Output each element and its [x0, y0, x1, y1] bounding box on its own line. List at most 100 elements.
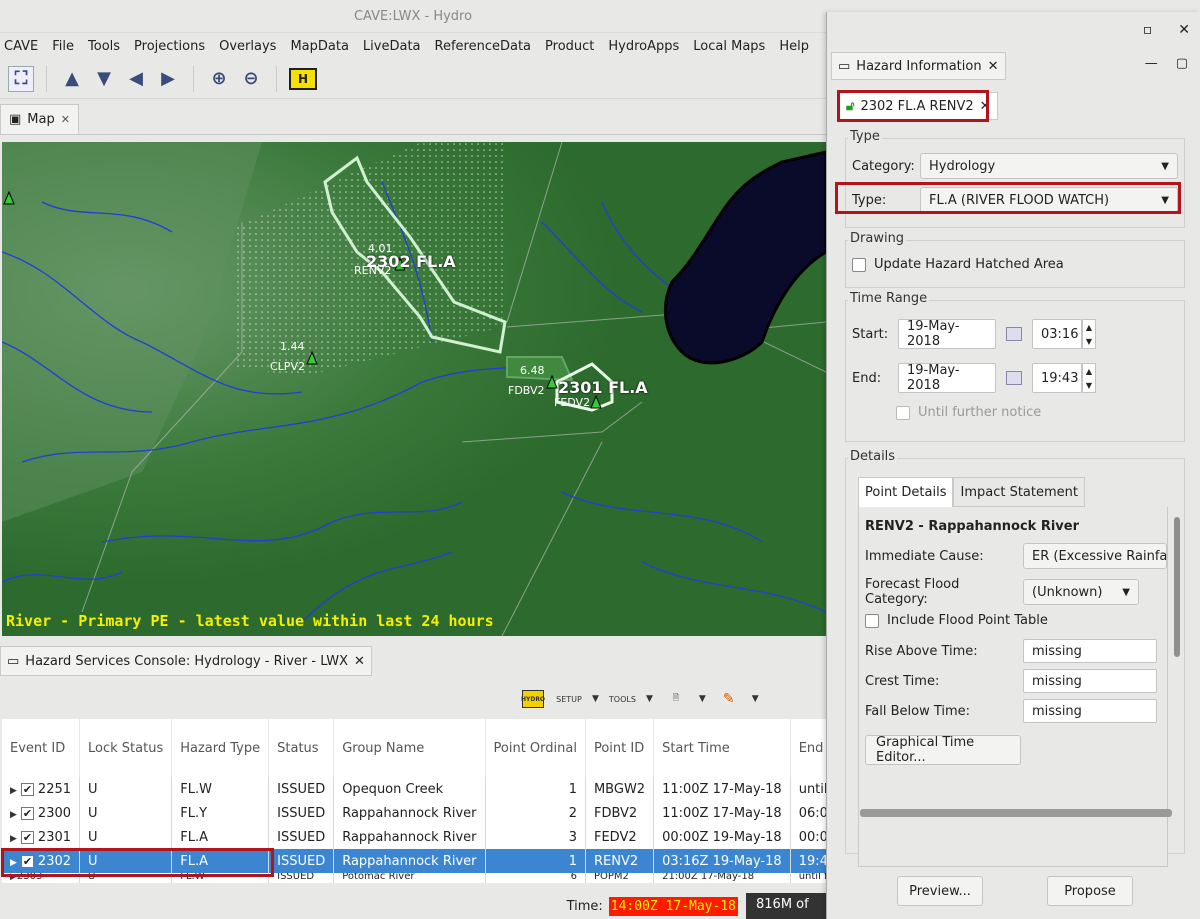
event-id-cell[interactable]: ▶ ✔ 2301 — [2, 825, 81, 849]
update-hatched-checkbox[interactable] — [852, 257, 866, 272]
document-dropdown-icon[interactable]: ▼ — [699, 694, 706, 704]
column-header[interactable]: Start Time — [653, 719, 791, 777]
menu-tools[interactable]: Tools — [88, 39, 120, 54]
until-notice-checkbox[interactable] — [896, 405, 910, 420]
start-time-spinner[interactable]: ▲ ▼ — [1082, 319, 1096, 349]
table-row[interactable]: ▶ ✔ 2301 U FL.A ISSUED Rappahannock River … — [2, 825, 930, 849]
type-select[interactable]: FL.A (RIVER FLOOD WATCH) ▼ — [920, 187, 1178, 213]
zoom-extent-icon[interactable]: ⛶ — [8, 65, 34, 92]
column-header[interactable]: Point Ordinal — [485, 719, 586, 777]
close-icon[interactable]: ✕ — [980, 99, 991, 114]
menu-overlays[interactable]: Overlays — [219, 39, 276, 54]
setup-dropdown-icon[interactable]: ▼ — [592, 694, 599, 704]
start-time-field[interactable]: 03:16 — [1032, 319, 1082, 349]
expand-icon[interactable]: ▶ — [10, 873, 17, 882]
checkbox-icon[interactable]: ✔ — [20, 830, 34, 844]
menu-hydroapps[interactable]: HydroApps — [608, 39, 679, 54]
menu-livedata[interactable]: LiveData — [363, 39, 421, 54]
horizontal-scrollbar[interactable] — [860, 809, 1172, 817]
menu-product[interactable]: Product — [545, 39, 594, 54]
table-row[interactable]: ▶2303 U FL.W ISSUED Potomac River 6 POPM… — [2, 873, 930, 883]
tab-event-2302[interactable]: 🔓︎ 2302 FL.A RENV2 ✕ — [839, 92, 998, 120]
event-id-cell[interactable]: ▶ ✔ 2300 — [2, 801, 81, 825]
menu-cave[interactable]: CAVE — [4, 39, 38, 54]
end-time-spinner[interactable]: ▲ ▼ — [1082, 363, 1096, 393]
start-date-field[interactable]: 19-May-2018 — [898, 319, 996, 349]
maximize-icon[interactable]: ▫ — [1143, 22, 1153, 38]
close-icon[interactable]: ✕ — [354, 654, 365, 669]
column-header[interactable]: Group Name — [333, 719, 486, 777]
maximize-icon[interactable]: ▢ — [1176, 56, 1188, 71]
tab-hazard-information[interactable]: ▭ Hazard Information ✕ — [831, 52, 1006, 80]
crest-field[interactable]: missing — [1023, 669, 1157, 693]
spin-down-icon[interactable]: ▼ — [1083, 378, 1095, 392]
calendar-icon[interactable] — [1006, 327, 1022, 341]
table-row[interactable]: ▶ ✔ 2300 U FL.Y ISSUED Rappahannock River … — [2, 801, 930, 825]
expand-icon[interactable]: ▶ — [10, 810, 17, 820]
close-icon[interactable]: ✕ — [61, 113, 70, 126]
until-notice-row[interactable]: Until further notice — [896, 405, 1041, 420]
zoom-out-icon[interactable]: ⊖ — [238, 66, 264, 92]
update-hatched-row[interactable]: Update Hazard Hatched Area — [852, 257, 1064, 272]
expand-icon[interactable]: ▶ — [10, 834, 17, 844]
column-header[interactable]: Event ID — [2, 719, 81, 777]
menu-mapdata[interactable]: MapData — [290, 39, 348, 54]
time-value[interactable]: 14:00Z 17-May-18 — [608, 896, 738, 916]
include-table-checkbox[interactable] — [865, 613, 879, 628]
vertical-scrollbar[interactable] — [1174, 517, 1180, 657]
setup-button[interactable]: SETUP — [556, 686, 582, 712]
pan-left-icon[interactable]: ◀ — [123, 66, 149, 92]
checkbox-icon[interactable]: ✔ — [20, 806, 34, 820]
minimize-icon[interactable]: — — [1145, 56, 1158, 71]
include-table-row[interactable]: Include Flood Point Table — [865, 613, 1048, 628]
spin-up-icon[interactable]: ▲ — [1083, 364, 1095, 378]
menu-help[interactable]: Help — [779, 39, 809, 54]
menu-file[interactable]: File — [52, 39, 74, 54]
end-time-field[interactable]: 19:43 — [1032, 363, 1082, 393]
map-display[interactable]: 4.01 2302 FL.A RENV2 1.44 CLPV2 6.48 FDB… — [2, 142, 826, 636]
preview-button[interactable]: Preview... — [897, 876, 983, 906]
calendar-icon[interactable] — [1006, 371, 1022, 385]
rise-field[interactable]: missing — [1023, 639, 1157, 663]
checkbox-icon[interactable]: ✔ — [20, 854, 34, 868]
menu-projections[interactable]: Projections — [134, 39, 205, 54]
column-header[interactable]: Lock Status — [79, 719, 173, 777]
graphical-time-editor-button[interactable]: Graphical Time Editor... — [865, 735, 1021, 765]
table-row-selected[interactable]: ▶ ✔ 2302 U FL.A ISSUED Rappahannock River … — [2, 849, 930, 873]
tools-button[interactable]: TOOLS — [609, 686, 636, 712]
pencil-icon[interactable]: ✎ — [716, 686, 742, 712]
menu-referencedata[interactable]: ReferenceData — [435, 39, 532, 54]
checkbox-icon[interactable]: ✔ — [20, 782, 34, 796]
tab-map[interactable]: ▣ Map ✕ — [0, 104, 79, 134]
flood-category-select[interactable]: (Unknown) ▼ — [1023, 579, 1139, 605]
expand-icon[interactable]: ▶ — [10, 786, 17, 796]
close-icon[interactable]: ✕ — [988, 59, 999, 74]
home-icon[interactable]: H — [289, 67, 317, 90]
tab-point-details[interactable]: Point Details — [858, 477, 954, 507]
spin-up-icon[interactable]: ▲ — [1083, 320, 1095, 334]
propose-button[interactable]: Propose — [1047, 876, 1133, 906]
pencil-dropdown-icon[interactable]: ▼ — [752, 694, 759, 704]
tab-impact-statement[interactable]: Impact Statement — [953, 477, 1085, 507]
immediate-cause-select[interactable]: ER (Excessive Rainfall) — [1023, 543, 1167, 569]
document-icon[interactable]: 🗎 — [663, 686, 689, 712]
close-icon[interactable]: ✕ — [1178, 22, 1190, 38]
pan-down-icon[interactable]: ▼ — [91, 66, 117, 92]
pan-up-icon[interactable]: ▲ — [59, 66, 85, 92]
category-select[interactable]: Hydrology ▼ — [920, 153, 1178, 179]
spin-down-icon[interactable]: ▼ — [1083, 334, 1095, 348]
column-header[interactable]: Status — [268, 719, 335, 777]
hydro-button[interactable]: HYDRO — [520, 686, 546, 712]
zoom-in-icon[interactable]: ⊕ — [206, 66, 232, 92]
tab-hazard-console[interactable]: ▭ Hazard Services Console: Hydrology - R… — [0, 646, 372, 676]
menu-local-maps[interactable]: Local Maps — [693, 39, 765, 54]
pan-right-icon[interactable]: ▶ — [155, 66, 181, 92]
event-id-cell[interactable]: ▶2303 — [2, 873, 81, 883]
fall-field[interactable]: missing — [1023, 699, 1157, 723]
event-id-cell[interactable]: ▶ ✔ 2302 — [2, 849, 81, 873]
expand-icon[interactable]: ▶ — [10, 858, 17, 868]
column-header[interactable]: Hazard Type — [171, 719, 270, 777]
end-date-field[interactable]: 19-May-2018 — [898, 363, 996, 393]
event-id-cell[interactable]: ▶ ✔ 2251 — [2, 777, 81, 801]
tools-dropdown-icon[interactable]: ▼ — [646, 694, 653, 704]
